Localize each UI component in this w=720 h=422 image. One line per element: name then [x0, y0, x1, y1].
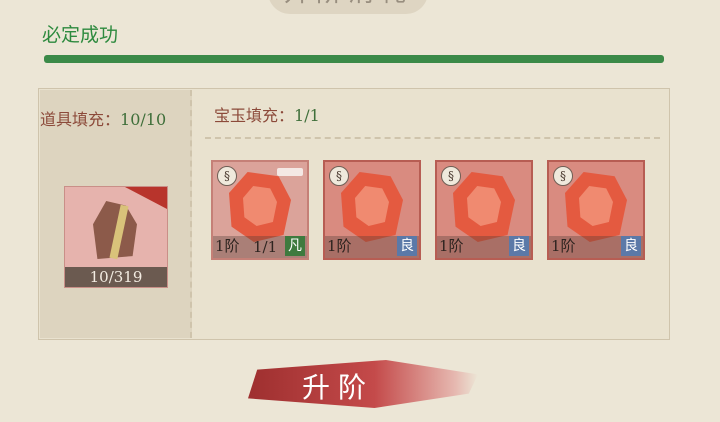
- gem-quantity: 1/1: [253, 238, 278, 256]
- corner-tag: [125, 187, 167, 209]
- swirl-icon: §: [329, 166, 349, 186]
- gem-slot[interactable]: § 1阶 良: [323, 160, 421, 260]
- gem-tier: 1阶: [439, 237, 464, 255]
- grade-badge: 凡: [285, 236, 305, 256]
- gem-slot[interactable]: § 1阶 良: [547, 160, 645, 260]
- item-count: 10/319: [65, 267, 167, 287]
- gem-fill-label: 宝玉填充：: [214, 106, 295, 125]
- page-title: 升阶消耗: [268, 0, 428, 14]
- gem-fill-indicator: 宝玉填充：1/1: [214, 102, 320, 126]
- upgrade-button[interactable]: 升阶: [302, 366, 374, 406]
- gem-tier: 1阶: [551, 237, 576, 255]
- gem-fill-value: 1/1: [294, 106, 320, 125]
- gem-tier: 1阶: [327, 237, 352, 255]
- item-fill-indicator: 道具填充：10/10: [40, 106, 166, 130]
- success-label: 必定成功: [42, 24, 119, 46]
- gem-slot[interactable]: § 1阶 良: [435, 160, 533, 260]
- success-progress-fill: [44, 55, 664, 63]
- selected-tag-icon: [277, 168, 303, 176]
- divider: [205, 137, 660, 139]
- grade-badge: 良: [509, 236, 529, 256]
- item-slot[interactable]: 10/319: [64, 186, 168, 288]
- swirl-icon: §: [553, 166, 573, 186]
- item-fill-value: 10/10: [120, 110, 167, 129]
- grade-badge: 良: [621, 236, 641, 256]
- success-progress-bar: [44, 55, 664, 63]
- upgrade-button-wrap[interactable]: 升阶: [248, 356, 508, 412]
- grade-badge: 良: [397, 236, 417, 256]
- swirl-icon: §: [441, 166, 461, 186]
- swirl-icon: §: [217, 166, 237, 186]
- gem-tier: 1阶: [215, 237, 240, 255]
- item-fill-label: 道具填充：: [40, 110, 121, 129]
- gem-slot[interactable]: § 1阶 1/1 凡: [211, 160, 309, 260]
